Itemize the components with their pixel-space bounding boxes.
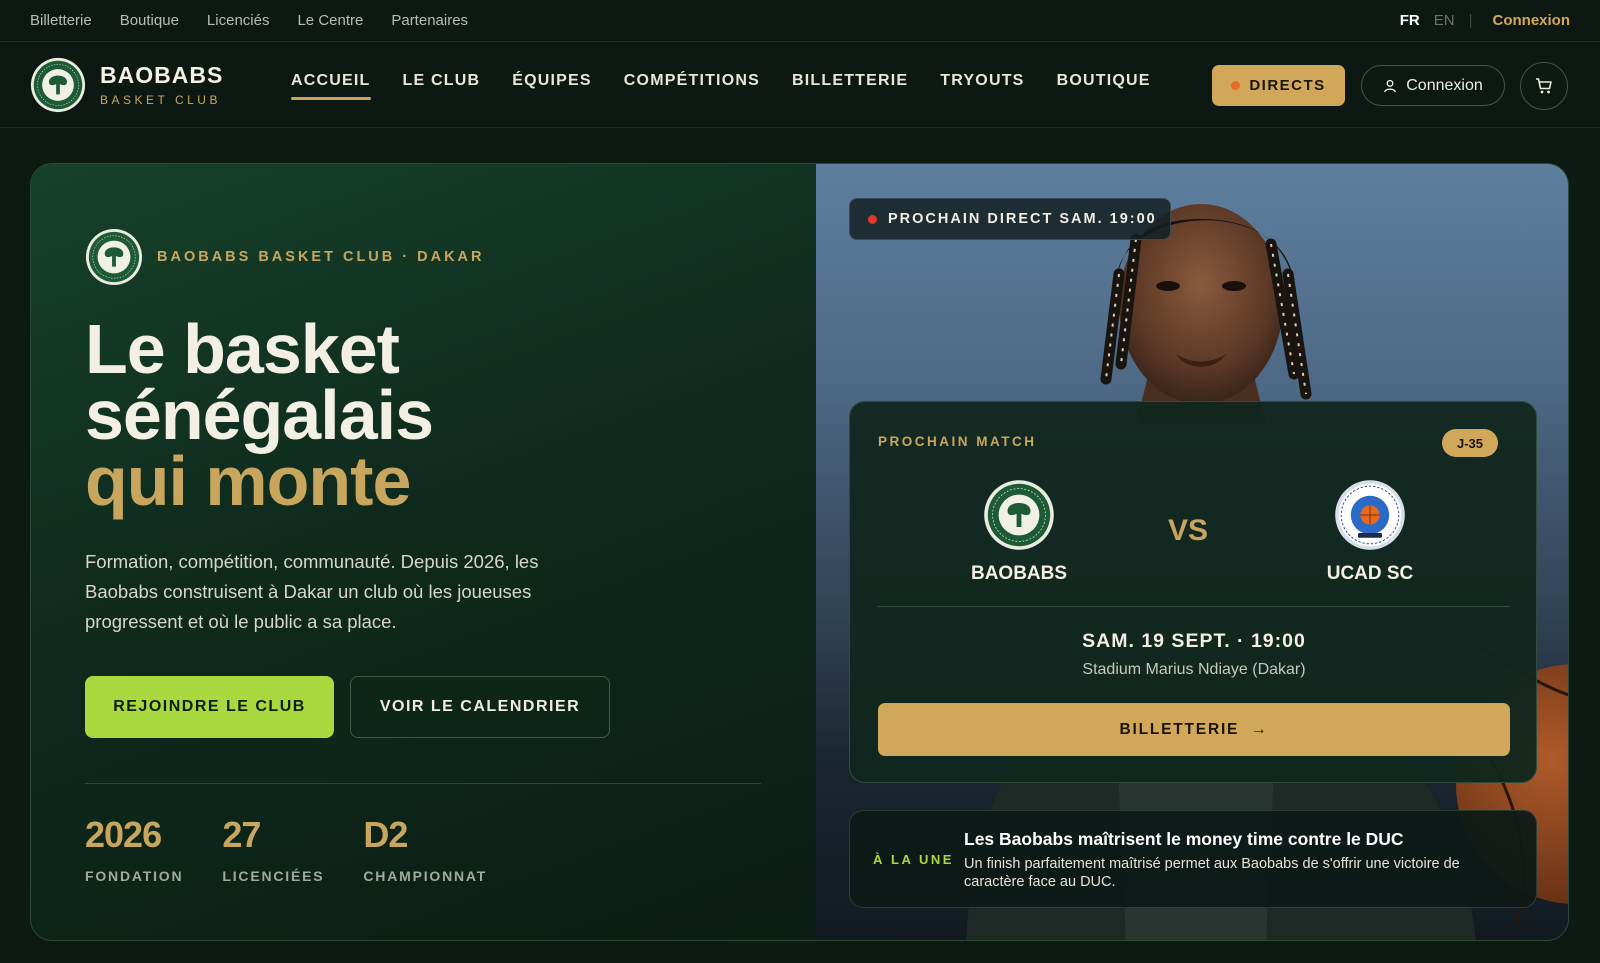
utility-login-link[interactable]: Connexion	[1493, 12, 1571, 29]
headline-line-2: sénégalais	[85, 376, 434, 454]
cart-button[interactable]	[1520, 62, 1568, 110]
utility-link-licencies[interactable]: Licenciés	[207, 12, 270, 29]
match-eyebrow: PROCHAIN MATCH	[878, 434, 1037, 449]
nav-item-billetterie[interactable]: BILLETTERIE	[792, 72, 908, 100]
hero-headline: Le basket sénégalais qui monte	[85, 310, 434, 520]
join-club-button[interactable]: REJOINDRE LE CLUB	[85, 676, 334, 738]
match-date: SAM. 19 SEPT. · 19:00	[1082, 630, 1306, 652]
arrow-right-icon: →	[1251, 720, 1269, 738]
stat-label: CHAMPIONNAT	[363, 868, 488, 884]
brand-home-link[interactable]: BAOBABS BASKET CLUB	[30, 57, 223, 113]
hero-eyebrow-text: BAOBABS BASKET CLUB · DAKAR	[157, 249, 485, 265]
main-nav: ACCUEIL LE CLUB ÉQUIPES COMPÉTITIONS BIL…	[291, 72, 1151, 100]
hero-photo-panel: PROCHAIN DIRECT SAM. 19:00 PROCHAIN MATC…	[816, 164, 1568, 940]
utility-link-boutique[interactable]: Boutique	[120, 12, 179, 29]
utility-link-le-centre[interactable]: Le Centre	[297, 12, 363, 29]
nav-item-le-club[interactable]: LE CLUB	[403, 72, 481, 100]
stat-value: D2	[363, 814, 408, 855]
brand-name: BAOBABS	[100, 61, 224, 88]
ticketing-button[interactable]: BILLETTERIE →	[878, 703, 1510, 756]
login-label: Connexion	[1406, 76, 1483, 94]
hero-eyebrow: BAOBABS BASKET CLUB · DAKAR	[85, 228, 485, 286]
hero-stats: 2026 FONDATION 27 LICENCIÉES D2 CHAMPION…	[85, 814, 488, 885]
hero-divider	[85, 783, 761, 784]
away-team: UCAD SC	[1290, 479, 1450, 585]
utility-bar: Billetterie Boutique Licenciés Le Centre…	[0, 0, 1600, 42]
baobabs-logo-icon	[984, 480, 1054, 550]
match-venue: Stadium Marius Ndiaye (Dakar)	[1082, 661, 1306, 678]
directs-label: DIRECTS	[1249, 77, 1326, 94]
home-team-name: BAOBABS	[970, 563, 1068, 584]
news-tag: À LA UNE	[873, 852, 954, 867]
hero-section: BAOBABS BASKET CLUB · DAKAR Le basket sé…	[30, 163, 1569, 941]
stat-label: LICENCIÉES	[222, 868, 325, 884]
next-live-label: PROCHAIN DIRECT SAM. 19:00	[888, 211, 1157, 227]
home-team: BAOBABS	[939, 479, 1099, 585]
news-body: Un finish parfaitement maîtrisé permet a…	[964, 856, 1460, 890]
main-header: BAOBABS BASKET CLUB ACCUEIL LE CLUB ÉQUI…	[0, 42, 1600, 128]
ucad-logo-icon	[1335, 480, 1405, 550]
stat-value: 2026	[85, 814, 162, 855]
utility-links: Billetterie Boutique Licenciés Le Centre…	[30, 12, 468, 29]
next-match-card: PROCHAIN MATCH J-35 BAOBABS VS UCAD SC S…	[849, 401, 1537, 783]
cart-icon	[1536, 78, 1552, 94]
lang-separator: |	[1468, 12, 1473, 29]
nav-item-accueil[interactable]: ACCUEIL	[291, 72, 371, 100]
vs-label: VS	[1168, 514, 1209, 547]
news-title: Les Baobabs maîtrisent le money time con…	[964, 829, 1404, 849]
lang-fr-link[interactable]: FR	[1400, 12, 1420, 29]
nav-item-competitions[interactable]: COMPÉTITIONS	[624, 72, 760, 100]
countdown-badge: J-35	[1442, 429, 1498, 457]
stat-championnat: D2 CHAMPIONNAT	[363, 814, 488, 885]
lang-en-link[interactable]: EN	[1434, 12, 1455, 29]
live-dot-icon	[868, 214, 877, 224]
user-icon	[1384, 79, 1397, 92]
hero-left-panel: BAOBABS BASKET CLUB · DAKAR Le basket sé…	[31, 164, 816, 940]
directs-button[interactable]: DIRECTS	[1212, 65, 1345, 106]
club-logo-icon	[85, 228, 143, 286]
headline-news-card[interactable]: À LA UNE Les Baobabs maîtrisent le money…	[849, 810, 1537, 908]
brand-text: BAOBABS BASKET CLUB	[100, 61, 224, 107]
live-dot-icon	[1231, 81, 1241, 90]
headline-line-3: qui monte	[85, 442, 411, 520]
view-calendar-button[interactable]: VOIR LE CALENDRIER	[350, 676, 610, 738]
brand-subtitle: BASKET CLUB	[100, 92, 221, 107]
stat-label: FONDATION	[85, 868, 184, 884]
stat-value: 27	[222, 814, 261, 855]
utility-link-billetterie[interactable]: Billetterie	[30, 12, 92, 29]
headline-line-1: Le basket	[85, 310, 400, 388]
nav-item-boutique[interactable]: BOUTIQUE	[1057, 72, 1151, 100]
ticketing-label: BILLETTERIE	[1119, 720, 1240, 738]
match-divider	[878, 606, 1510, 607]
club-logo-icon	[30, 57, 86, 113]
nav-item-equipes[interactable]: ÉQUIPES	[512, 72, 592, 100]
utility-link-partenaires[interactable]: Partenaires	[391, 12, 468, 29]
nav-item-tryouts[interactable]: TRYOUTS	[940, 72, 1024, 100]
utility-right: FR EN | Connexion	[1400, 12, 1570, 29]
hero-lead: Formation, compétition, communauté. Depu…	[85, 551, 539, 632]
stat-licenciees: 27 LICENCIÉES	[222, 814, 325, 885]
stat-fondation: 2026 FONDATION	[85, 814, 184, 885]
next-live-pill[interactable]: PROCHAIN DIRECT SAM. 19:00	[849, 198, 1171, 240]
away-team-name: UCAD SC	[1326, 563, 1414, 584]
login-button[interactable]: Connexion	[1361, 65, 1505, 106]
